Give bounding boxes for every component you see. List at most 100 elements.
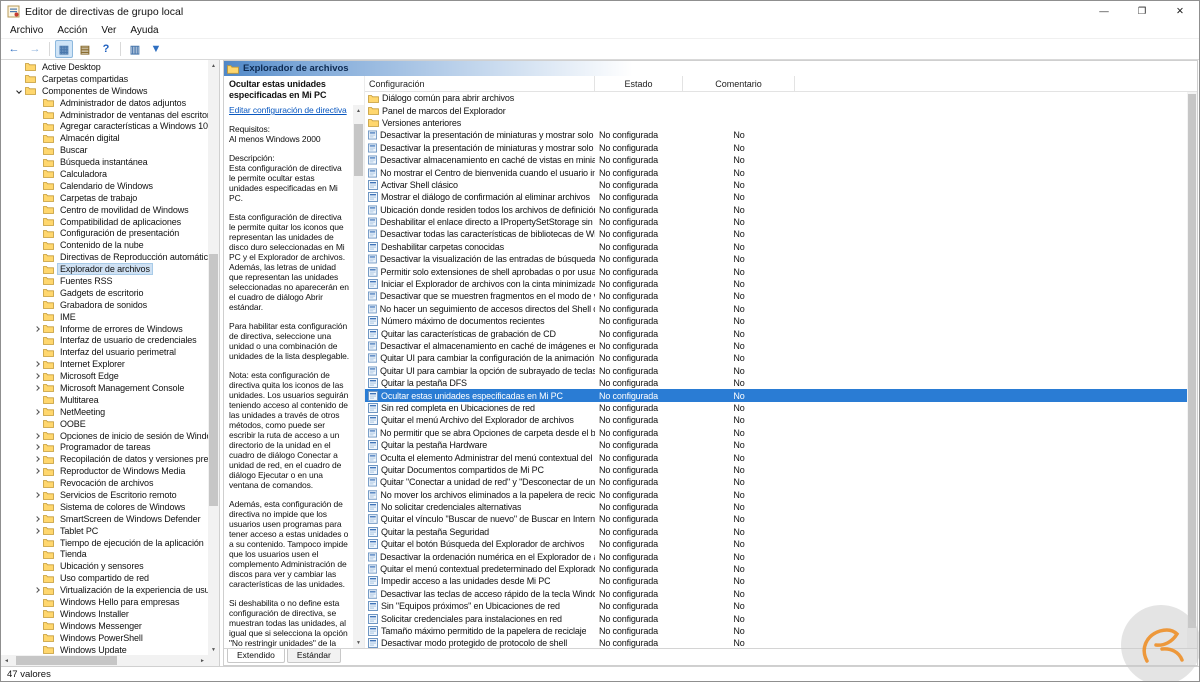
tree-item[interactable]: Calculadora (1, 168, 208, 180)
list-row-setting[interactable]: Desactivar que se muestren fragmentos en… (365, 290, 1197, 302)
tree-item[interactable]: Virtualización de la experiencia de usu (1, 584, 208, 596)
list-row-setting[interactable]: Desactivar las teclas de acceso rápido d… (365, 588, 1197, 600)
tree-item[interactable]: Active Desktop (1, 61, 208, 73)
expand-chevron-icon[interactable] (31, 373, 42, 379)
list-row-setting[interactable]: Quitar Documentos compartidos de Mi PC No… (365, 464, 1197, 476)
tree-item[interactable]: Internet Explorer (1, 358, 208, 370)
tree-item[interactable]: Administrador de datos adjuntos (1, 97, 208, 109)
tree-item[interactable]: Programador de tareas (1, 442, 208, 454)
tree-item[interactable]: Tiempo de ejecución de la aplicación (1, 537, 208, 549)
expand-chevron-icon[interactable] (31, 527, 42, 534)
tree-item[interactable]: Fuentes RSS (1, 275, 208, 287)
list-row-setting[interactable]: Desactivar el almacenamiento en caché de… (365, 340, 1197, 352)
tree-item[interactable]: Windows Messenger (1, 620, 208, 632)
column-header-estado[interactable]: Estado (595, 76, 683, 91)
menu-ver[interactable]: Ver (94, 25, 123, 36)
list-row-setting[interactable]: Quitar el menú Archivo del Explorador de… (365, 414, 1197, 426)
tree-item[interactable]: Windows PowerShell (1, 632, 208, 644)
collapse-chevron-icon[interactable] (13, 87, 24, 94)
tree-item[interactable]: Grabadora de sonidos (1, 299, 208, 311)
tree-item[interactable]: Compatibilidad de aplicaciones (1, 216, 208, 228)
forward-button[interactable]: → (26, 40, 44, 58)
scrollbar-thumb[interactable] (209, 254, 218, 507)
expand-chevron-icon[interactable] (31, 361, 42, 368)
list-row-setting[interactable]: Desactivar modo protegido de protocolo d… (365, 637, 1197, 648)
filter-button[interactable]: ▼ (147, 40, 165, 58)
list-row-setting[interactable]: Desactivar almacenamiento en caché de vi… (365, 154, 1197, 166)
tree-item[interactable]: Búsqueda instantánea (1, 156, 208, 168)
tree-item[interactable]: Microsoft Edge (1, 370, 208, 382)
tree-item[interactable]: Sistema de colores de Windows (1, 501, 208, 513)
scroll-up-icon[interactable]: ▲ (353, 105, 364, 116)
list-row-folder[interactable]: Versiones anteriores (365, 117, 1197, 129)
description-scrollbar[interactable]: ▲ ▼ (353, 105, 364, 648)
edit-policy-link[interactable]: Editar configuración de directiva (229, 105, 350, 115)
scroll-down-icon[interactable]: ▼ (208, 644, 219, 655)
scrollbar-track[interactable] (208, 71, 219, 644)
list-row-setting[interactable]: Quitar la pestaña DFS No configurada No (365, 377, 1197, 389)
scroll-right-icon[interactable]: ► (197, 655, 208, 666)
expand-chevron-icon[interactable] (31, 325, 42, 332)
tree-item[interactable]: NetMeeting (1, 406, 208, 418)
list-row-setting[interactable]: Sin red completa en Ubicaciones de red No… (365, 402, 1197, 414)
tree-item[interactable]: Gadgets de escritorio (1, 287, 208, 299)
tree-item[interactable]: Recopilación de datos y versiones preli (1, 453, 208, 465)
list-row-setting[interactable]: Iniciar el Explorador de archivos con la… (365, 278, 1197, 290)
tree-item[interactable]: Carpetas compartidas (1, 73, 208, 85)
list-row-setting[interactable]: Quitar "Conectar a unidad de red" y "Des… (365, 476, 1197, 488)
export-list-button[interactable]: ▤ (76, 40, 94, 58)
expand-chevron-icon[interactable] (31, 408, 42, 415)
tree-item[interactable]: Carpetas de trabajo (1, 192, 208, 204)
list-row-setting[interactable]: Tamaño máximo permitido de la papelera d… (365, 625, 1197, 637)
list-row-setting[interactable]: Sin "Equipos próximos" en Ubicaciones de… (365, 600, 1197, 612)
expand-chevron-icon[interactable] (31, 385, 42, 391)
list-row-setting[interactable]: Mostrar el diálogo de confirmación al el… (365, 191, 1197, 203)
list-row-setting[interactable]: Oculta el elemento Administrar del menú … (365, 451, 1197, 463)
tree-item[interactable]: Componentes de Windows (1, 85, 208, 97)
list-row-setting[interactable]: Permitir solo extensiones de shell aprob… (365, 265, 1197, 277)
list-row-setting[interactable]: No hacer un seguimiento de accesos direc… (365, 303, 1197, 315)
list-row-setting[interactable]: Quitar UI para cambiar la configuración … (365, 352, 1197, 364)
list-row-setting[interactable]: Quitar la pestaña Hardware No configurada… (365, 439, 1197, 451)
scrollbar-track[interactable] (353, 116, 364, 637)
tree-item[interactable]: Opciones de inicio de sesión de Windo (1, 430, 208, 442)
tree-item[interactable]: Buscar (1, 144, 208, 156)
close-button[interactable]: ✕ (1161, 1, 1199, 22)
tree-item[interactable]: Windows Hello para empresas (1, 596, 208, 608)
tree-item[interactable]: OOBE (1, 418, 208, 430)
list-row-setting[interactable]: Activar Shell clásico No configurada No (365, 179, 1197, 191)
scrollbar-thumb[interactable] (15, 656, 118, 665)
list-row-setting[interactable]: Quitar las características de grabación … (365, 327, 1197, 339)
help-button[interactable]: ? (97, 40, 115, 58)
scroll-up-icon[interactable]: ▲ (208, 60, 219, 71)
list-row-setting[interactable]: Quitar el botón Búsqueda del Explorador … (365, 538, 1197, 550)
tree-item[interactable]: Almacén digital (1, 132, 208, 144)
tree-item[interactable]: SmartScreen de Windows Defender (1, 513, 208, 525)
expand-chevron-icon[interactable] (31, 444, 42, 451)
expand-chevron-icon[interactable] (31, 468, 42, 475)
tree-horizontal-scrollbar[interactable]: ◄ ► (1, 655, 208, 666)
scroll-left-icon[interactable]: ◄ (1, 655, 12, 666)
tree-item[interactable]: Interfaz del usuario perimetral (1, 346, 208, 358)
expand-chevron-icon[interactable] (31, 587, 42, 593)
list-row-setting[interactable]: No solicitar credenciales alternativas No… (365, 501, 1197, 513)
maximize-button[interactable]: ❐ (1123, 1, 1161, 22)
list-row-setting[interactable]: Quitar UI para cambiar la opción de subr… (365, 365, 1197, 377)
tree-vertical-scrollbar[interactable]: ▲ ▼ (208, 60, 219, 655)
minimize-button[interactable]: — (1085, 1, 1123, 22)
back-button[interactable]: ← (5, 40, 23, 58)
list-row-folder[interactable]: Panel de marcos del Explorador (365, 104, 1197, 116)
tree-item[interactable]: Informe de errores de Windows (1, 323, 208, 335)
tree-item[interactable]: Ubicación y sensores (1, 560, 208, 572)
list-row-setting[interactable]: Desactivar la ordenación numérica en el … (365, 550, 1197, 562)
list-row-setting[interactable]: Desactivar la presentación de miniaturas… (365, 142, 1197, 154)
tab-estandar[interactable]: Estándar (286, 649, 341, 663)
tree-item[interactable]: Microsoft Management Console (1, 382, 208, 394)
list-row-setting[interactable]: No permitir que se abra Opciones de carp… (365, 427, 1197, 439)
tree-item[interactable]: Uso compartido de red (1, 572, 208, 584)
expand-chevron-icon[interactable] (31, 432, 42, 439)
tree-item[interactable]: Directivas de Reproducción automátic (1, 251, 208, 263)
tree-item[interactable]: Centro de movilidad de Windows (1, 204, 208, 216)
column-header-configuracion[interactable]: Configuración (365, 76, 595, 91)
list-row-setting[interactable]: Ubicación donde residen todos los archiv… (365, 204, 1197, 216)
